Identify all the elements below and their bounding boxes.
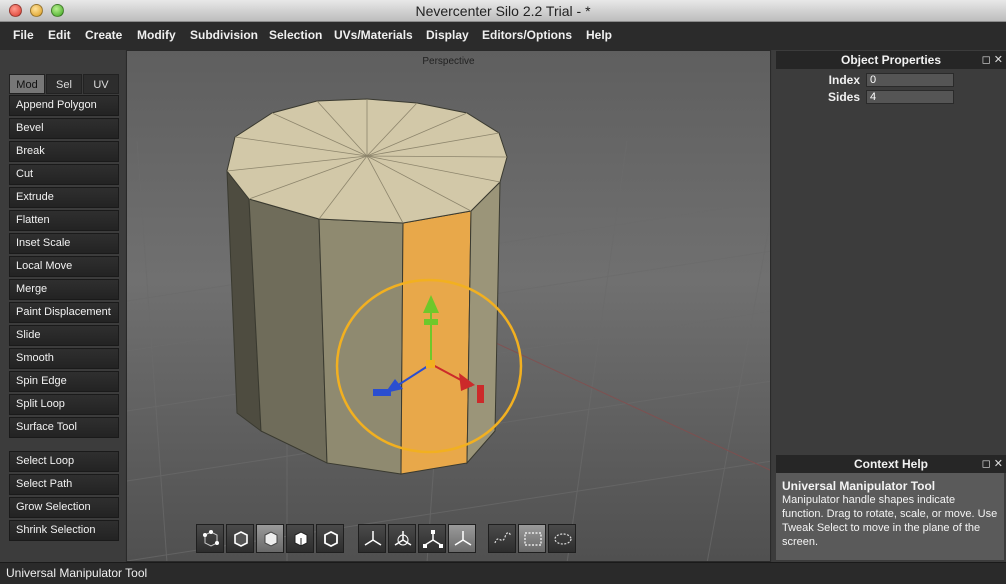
shrink-selection-button[interactable]: Shrink Selection bbox=[9, 520, 119, 541]
menu-uvs-materials[interactable]: UVs/Materials bbox=[334, 28, 413, 42]
menu-edit[interactable]: Edit bbox=[48, 28, 71, 42]
perspective-viewport[interactable]: Perspective bbox=[126, 50, 771, 562]
grow-selection-button[interactable]: Grow Selection bbox=[9, 497, 119, 518]
panel-float-icon[interactable]: ◻ bbox=[982, 458, 991, 470]
status-bar: Universal Manipulator Tool bbox=[0, 562, 1006, 584]
menu-help[interactable]: Help bbox=[586, 28, 612, 42]
sides-field[interactable]: 4 bbox=[866, 90, 954, 104]
lasso-select-icon[interactable] bbox=[488, 524, 516, 553]
help-heading: Universal Manipulator Tool bbox=[782, 479, 936, 493]
panel-float-icon[interactable]: ◻ bbox=[982, 54, 991, 66]
menu-display[interactable]: Display bbox=[426, 28, 469, 42]
index-label: Index bbox=[828, 73, 860, 87]
manipulator-rotate-icon[interactable] bbox=[388, 524, 416, 553]
menu-bar: File Edit Create Modify Subdivision Sele… bbox=[0, 22, 1006, 50]
menu-file[interactable]: File bbox=[13, 28, 34, 42]
menu-selection[interactable]: Selection bbox=[269, 28, 322, 42]
object-properties-header: Object Properties ◻ ✕ bbox=[776, 51, 1006, 69]
break-button[interactable]: Break bbox=[9, 141, 119, 162]
status-text: Universal Manipulator Tool bbox=[6, 566, 148, 580]
select-path-button[interactable]: Select Path bbox=[9, 474, 119, 495]
menu-editors-options[interactable]: Editors/Options bbox=[482, 28, 572, 42]
tab-uv[interactable]: UV bbox=[83, 74, 119, 94]
edge-select-icon[interactable] bbox=[226, 524, 254, 553]
append-polygon-button[interactable]: Append Polygon bbox=[9, 95, 119, 116]
index-field[interactable]: 0 bbox=[866, 73, 954, 87]
merge-button[interactable]: Merge bbox=[9, 279, 119, 300]
title-bar: Nevercenter Silo 2.2 Trial - * bbox=[0, 0, 1006, 22]
object-mode-icon[interactable] bbox=[316, 524, 344, 553]
vertex-select-icon[interactable] bbox=[196, 524, 224, 553]
menu-modify[interactable]: Modify bbox=[137, 28, 176, 42]
menu-subdivision[interactable]: Subdivision bbox=[190, 28, 258, 42]
panel-close-icon[interactable]: ✕ bbox=[994, 54, 1003, 66]
paint-displacement-button[interactable]: Paint Displacement bbox=[9, 302, 119, 323]
tab-sel[interactable]: Sel bbox=[46, 74, 82, 94]
bevel-button[interactable]: Bevel bbox=[9, 118, 119, 139]
context-help-content: Universal Manipulator Tool Manipulator h… bbox=[776, 473, 1004, 560]
object-select-icon[interactable] bbox=[286, 524, 314, 553]
spin-edge-button[interactable]: Spin Edge bbox=[9, 371, 119, 392]
smooth-button[interactable]: Smooth bbox=[9, 348, 119, 369]
panel-close-icon[interactable]: ✕ bbox=[994, 458, 1003, 470]
flatten-button[interactable]: Flatten bbox=[9, 210, 119, 231]
select-loop-button[interactable]: Select Loop bbox=[9, 451, 119, 472]
rect-select-icon[interactable] bbox=[518, 524, 546, 553]
tab-mod[interactable]: Mod bbox=[9, 74, 45, 94]
surface-tool-button[interactable]: Surface Tool bbox=[9, 417, 119, 438]
tool-panel: Mod Sel UV Append Polygon Bevel Break Cu… bbox=[0, 50, 125, 562]
manipulator-universal-icon[interactable] bbox=[448, 524, 476, 553]
manipulator-scale-icon[interactable] bbox=[418, 524, 446, 553]
extrude-button[interactable]: Extrude bbox=[9, 187, 119, 208]
object-properties-title: Object Properties bbox=[840, 53, 942, 67]
split-loop-button[interactable]: Split Loop bbox=[9, 394, 119, 415]
menu-create[interactable]: Create bbox=[85, 28, 122, 42]
inset-scale-button[interactable]: Inset Scale bbox=[9, 233, 119, 254]
slide-button[interactable]: Slide bbox=[9, 325, 119, 346]
window-title: Nevercenter Silo 2.2 Trial - * bbox=[415, 3, 591, 19]
context-help-header: Context Help ◻ ✕ bbox=[776, 455, 1006, 473]
context-help-title: Context Help bbox=[853, 457, 928, 471]
cut-button[interactable]: Cut bbox=[9, 164, 119, 185]
paint-select-icon[interactable] bbox=[548, 524, 576, 553]
help-body: Manipulator handle shapes indicate funct… bbox=[782, 494, 998, 548]
sides-label: Sides bbox=[827, 90, 860, 104]
manipulator-move-icon[interactable] bbox=[358, 524, 386, 553]
face-select-icon[interactable] bbox=[256, 524, 284, 553]
scene-canvas[interactable] bbox=[127, 51, 771, 562]
local-move-button[interactable]: Local Move bbox=[9, 256, 119, 277]
